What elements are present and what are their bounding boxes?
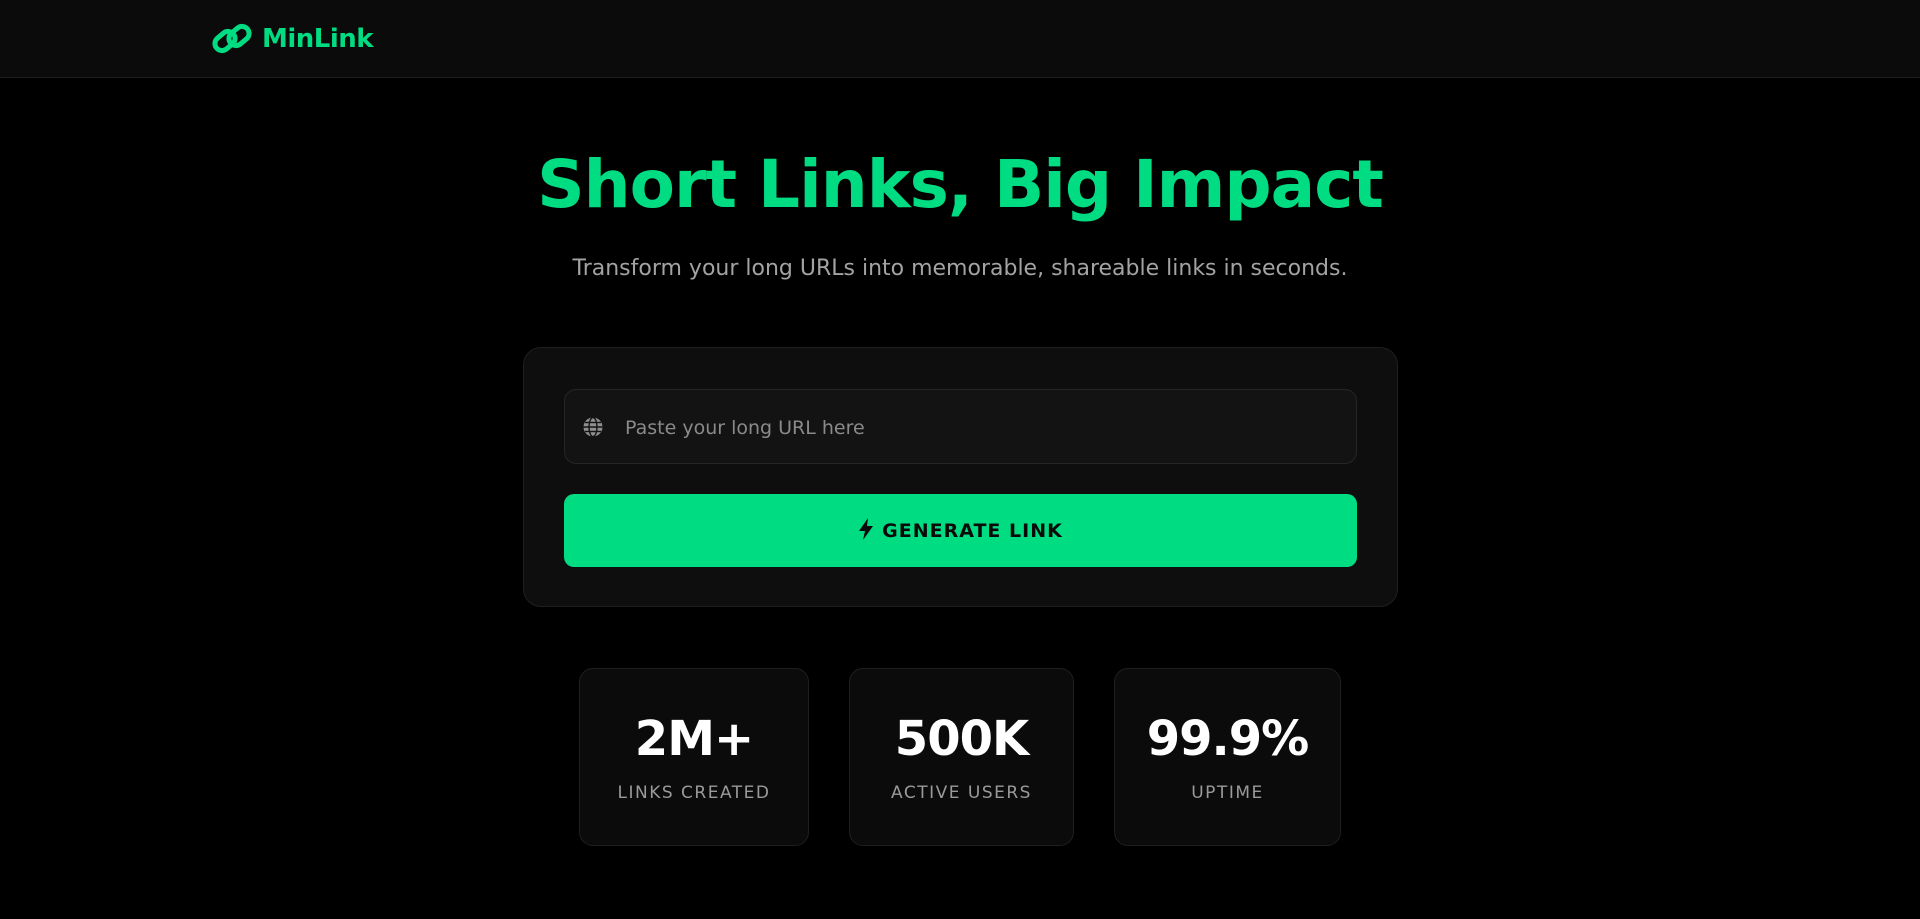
- brand-name: MinLink: [262, 24, 374, 54]
- lightning-icon: [858, 518, 874, 543]
- stat-card-active-users: 500K ACTIVE USERS: [849, 668, 1074, 846]
- stat-card-links-created: 2M+ LINKS CREATED: [579, 668, 809, 846]
- hero-title: Short Links, Big Impact: [537, 146, 1384, 223]
- generate-link-label: GENERATE LINK: [882, 519, 1063, 542]
- stat-value: 2M+: [634, 711, 754, 767]
- hero-subtitle: Transform your long URLs into memorable,…: [572, 256, 1348, 281]
- url-input[interactable]: [623, 390, 1347, 465]
- stat-value: 500K: [894, 711, 1029, 767]
- link-icon: [210, 21, 254, 57]
- stat-card-uptime: 99.9% UPTIME: [1114, 668, 1341, 846]
- stat-label: UPTIME: [1191, 783, 1264, 803]
- stat-label: LINKS CREATED: [617, 783, 771, 803]
- url-field[interactable]: [564, 389, 1357, 465]
- globe-icon: [582, 416, 604, 442]
- shortener-card: GENERATE LINK: [523, 347, 1398, 607]
- top-navbar: MinLink: [0, 0, 1920, 78]
- brand-logo-link[interactable]: MinLink: [210, 20, 374, 58]
- stat-label: ACTIVE USERS: [891, 783, 1032, 803]
- generate-link-button[interactable]: GENERATE LINK: [564, 494, 1357, 567]
- stat-value: 99.9%: [1146, 711, 1310, 767]
